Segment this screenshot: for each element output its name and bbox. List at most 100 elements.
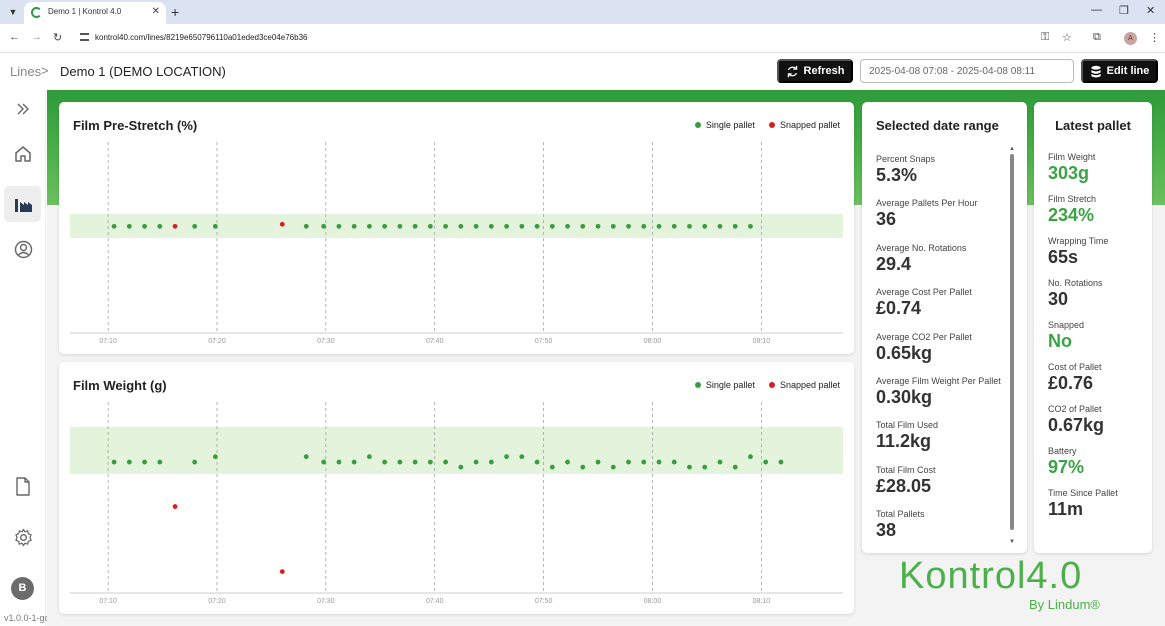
single-pallet-point <box>157 223 163 229</box>
bookmark-star-icon[interactable]: ☆ <box>1062 31 1072 44</box>
single-pallet-point <box>717 459 723 465</box>
latest-item: CO2 of Pallet 0.67kg <box>1048 404 1148 446</box>
scroll-up-icon[interactable]: ▲ <box>1009 146 1015 152</box>
single-pallet-point <box>519 454 525 460</box>
latest-label: Film Weight <box>1048 152 1096 162</box>
forward-icon[interactable]: → <box>31 31 42 43</box>
film-prestretch-plot[interactable]: 07:10 07:20 07:30 07:40 07:50 08:00 08:10 <box>59 102 854 354</box>
single-pallet-point <box>687 464 692 470</box>
expand-sidebar-icon[interactable] <box>11 97 35 121</box>
single-pallet-point <box>412 459 418 465</box>
breadcrumb-lines-link[interactable]: Lines <box>10 64 41 79</box>
film-weight-chart-card: Film Weight (g) Single pallet Snapped pa… <box>59 362 854 614</box>
minimize-icon[interactable]: — <box>1091 4 1102 16</box>
x-tick-label: 08:00 <box>644 338 662 345</box>
selected-range-title: Selected date range <box>876 118 999 133</box>
edit-line-button[interactable]: Edit line <box>1081 59 1158 83</box>
scroll-down-icon[interactable]: ▼ <box>1009 539 1015 545</box>
single-pallet-point <box>702 223 708 229</box>
single-pallet-point <box>458 464 464 470</box>
single-pallet-point <box>397 223 403 229</box>
home-icon[interactable] <box>11 142 35 166</box>
latest-item: No. Rotations 30 <box>1048 278 1148 320</box>
app-header: Lines > Demo 1 (DEMO LOCATION) Refresh E… <box>0 53 1165 90</box>
single-pallet-point <box>397 459 403 465</box>
x-tick-label: 08:10 <box>753 338 771 345</box>
site-settings-icon[interactable] <box>80 33 89 41</box>
single-pallet-point <box>336 223 342 229</box>
single-pallet-point <box>549 464 555 470</box>
latest-label: Wrapping Time <box>1048 236 1109 246</box>
password-key-icon[interactable]: ⚿ <box>1041 31 1049 44</box>
single-pallet-point <box>351 223 357 229</box>
browser-tab-bar: ▼ Demo 1 | Kontrol 4.0 ✕ + — ❐ ✕ <box>0 0 1165 24</box>
stat-label: Percent Snaps <box>876 154 936 164</box>
snapped-pallet-point <box>279 221 285 227</box>
stat-value: 36 <box>876 209 897 230</box>
user-avatar[interactable]: B <box>11 577 34 600</box>
snapped-pallet-point <box>172 223 178 229</box>
browser-profile-avatar[interactable]: A <box>1124 32 1137 45</box>
stat-value: 0.30kg <box>876 386 933 407</box>
single-pallet-point <box>488 459 494 465</box>
address-bar: ← → ↻ kontrol40.com/lines/8219e650796110… <box>0 24 1165 53</box>
film-weight-plot[interactable]: 07:10 07:20 07:30 07:40 07:50 08:00 08:10 <box>59 362 854 614</box>
single-pallet-point <box>212 223 218 229</box>
stat-item: Average Film Weight Per Pallet 0.30kg <box>876 376 1016 420</box>
stat-label: Total Film Cost <box>876 464 936 475</box>
settings-gear-icon[interactable] <box>11 525 35 549</box>
stat-value: 0.65kg <box>876 342 933 363</box>
stat-value: 38 <box>876 520 897 541</box>
back-icon[interactable]: ← <box>9 31 20 43</box>
single-pallet-point <box>656 459 662 465</box>
restore-icon[interactable]: ❐ <box>1119 4 1129 17</box>
profile-icon[interactable] <box>11 237 35 261</box>
latest-label: Cost of Pallet <box>1048 362 1102 372</box>
scrollbar-thumb[interactable] <box>1010 154 1014 530</box>
single-pallet-point <box>656 223 662 229</box>
browser-menu-icon[interactable]: ⋮ <box>1149 31 1160 44</box>
single-pallet-point <box>565 223 570 229</box>
new-tab-icon[interactable]: + <box>171 3 179 21</box>
x-tick-label: 07:40 <box>426 338 444 345</box>
single-pallet-point <box>534 459 540 465</box>
single-pallet-point <box>303 223 309 229</box>
target-band <box>70 427 843 474</box>
document-icon[interactable] <box>11 474 35 498</box>
single-pallet-point <box>192 223 198 229</box>
stats-scrollbar[interactable]: ▲ ▼ <box>1009 146 1015 546</box>
browser-tab[interactable]: Demo 1 | Kontrol 4.0 ✕ <box>24 2 166 24</box>
single-pallet-point <box>443 223 449 229</box>
single-pallet-point <box>610 464 616 470</box>
selected-date-range-card: Selected date range Percent Snaps 5.3% Ave… <box>862 102 1027 553</box>
close-tab-icon[interactable]: ✕ <box>152 6 160 17</box>
stat-label: Average Cost Per Pallet <box>876 287 972 298</box>
stat-label: Average No. Rotations <box>876 242 967 253</box>
logo-main-text: Kontrol4.0 <box>899 555 1083 597</box>
single-pallet-point <box>488 223 494 229</box>
target-band <box>70 214 843 238</box>
single-pallet-point <box>549 223 555 229</box>
single-pallet-point <box>367 223 372 229</box>
single-pallet-point <box>519 223 525 229</box>
latest-item: Film Weight 303g <box>1048 152 1148 194</box>
page-title: Demo 1 (DEMO LOCATION) <box>60 64 226 79</box>
reload-icon[interactable]: ↻ <box>53 31 62 44</box>
url-text[interactable]: kontrol40.com/lines/8219e650796110a01ede… <box>95 33 307 42</box>
single-pallet-point <box>626 459 631 465</box>
single-pallet-point <box>382 459 388 465</box>
single-pallet-point <box>702 464 708 470</box>
tab-search-icon[interactable]: ▼ <box>4 3 22 21</box>
extensions-icon[interactable]: ⧉ <box>1093 31 1101 44</box>
single-pallet-point <box>142 223 147 229</box>
single-pallet-point <box>157 459 163 465</box>
latest-pallet-stats: Film Weight 303g Film Stretch 234% Wrapping … <box>1048 152 1148 530</box>
window-close-icon[interactable]: ✕ <box>1146 4 1155 17</box>
date-range-input[interactable] <box>860 59 1074 83</box>
latest-value: No <box>1048 331 1072 351</box>
lines-factory-icon[interactable] <box>11 192 35 216</box>
latest-label: Snapped <box>1048 320 1085 330</box>
x-tick-label: 07:40 <box>426 598 444 605</box>
refresh-button[interactable]: Refresh <box>777 59 853 83</box>
x-tick-label: 08:00 <box>644 598 662 605</box>
